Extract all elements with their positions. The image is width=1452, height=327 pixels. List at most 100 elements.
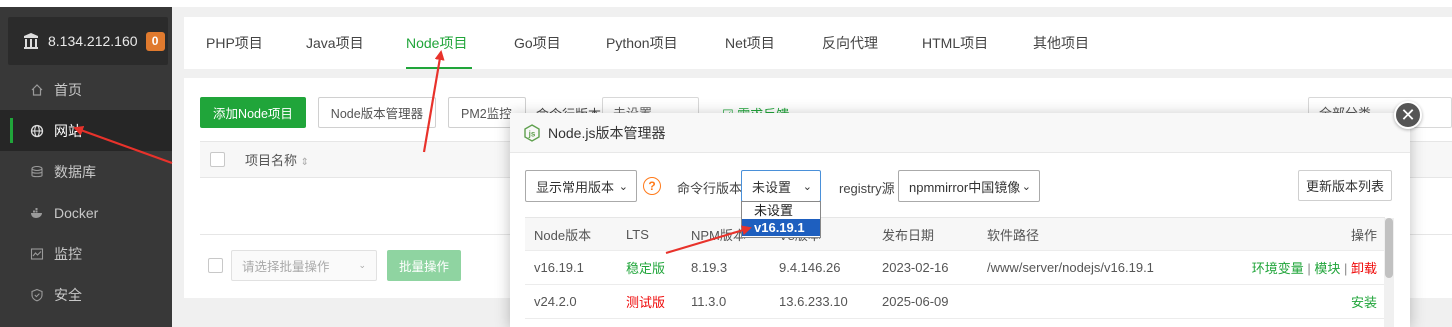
chevron-down-icon: ⌄ bbox=[618, 180, 628, 193]
server-ip: 8.134.212.160 bbox=[48, 33, 138, 49]
tab-other[interactable]: 其他项目 bbox=[1033, 17, 1113, 69]
sidebar-nav: 首页 网站 数据库 Docker 监控 安全 bbox=[0, 69, 172, 315]
column-project-name[interactable]: 项目名称 ⇕ bbox=[245, 150, 309, 169]
cell-version: v24.2.0 bbox=[534, 294, 577, 309]
version-table: Node版本 LTS NPM版本 V8版本 发布日期 软件路径 操作 v16.1… bbox=[525, 217, 1385, 319]
tab-net[interactable]: Net项目 bbox=[725, 17, 822, 69]
tab-node[interactable]: Node项目 bbox=[406, 17, 472, 69]
sidebar-item-website[interactable]: 网站 bbox=[0, 110, 172, 151]
modal-header: js Node.js版本管理器 bbox=[510, 113, 1410, 153]
tab-java[interactable]: Java项目 bbox=[306, 17, 406, 69]
registry-label: registry源 bbox=[839, 181, 895, 196]
sidebar-item-label: 首页 bbox=[54, 81, 82, 98]
close-icon: ✕ bbox=[1400, 104, 1416, 125]
cell-date: 2023-02-16 bbox=[882, 260, 949, 275]
globe-icon bbox=[30, 124, 44, 138]
modal-close-button[interactable]: ✕ bbox=[1394, 101, 1422, 129]
registry-select[interactable]: npmmirror中国镜像 ⌄ bbox=[898, 170, 1040, 202]
node-version-modal: js Node.js版本管理器 显示常用版本 ⌄ ? 命令行版本 未设置 ⌄ r… bbox=[510, 113, 1410, 327]
sidebar-item-home[interactable]: 首页 bbox=[0, 69, 172, 110]
modal-scrollbar[interactable] bbox=[1384, 218, 1394, 327]
sidebar-item-label: 数据库 bbox=[54, 163, 96, 180]
header-npm-version: NPM版本 bbox=[691, 227, 746, 243]
select-all-checkbox[interactable] bbox=[210, 152, 225, 167]
modules-link[interactable]: 模块 bbox=[1314, 261, 1340, 276]
help-icon[interactable]: ? bbox=[643, 177, 661, 195]
batch-placeholder: 请选择批量操作 bbox=[242, 260, 330, 274]
header-lts: LTS bbox=[626, 226, 649, 242]
footer-select-all-checkbox[interactable] bbox=[208, 258, 223, 273]
batch-action-button[interactable]: 批量操作 bbox=[387, 250, 461, 281]
cell-lts: 测试版 bbox=[626, 295, 666, 310]
project-tabs: PHP项目 Java项目 Node项目 Go项目 Python项目 Net项目 … bbox=[184, 17, 1452, 69]
cell-v8: 9.4.146.26 bbox=[779, 260, 841, 275]
modal-cli-version-select[interactable]: 未设置 ⌄ bbox=[741, 170, 821, 202]
sidebar-item-docker[interactable]: Docker bbox=[0, 192, 172, 233]
cell-lts: 稳定版 bbox=[626, 261, 666, 276]
tab-python[interactable]: Python项目 bbox=[606, 17, 725, 69]
server-info[interactable]: 8.134.212.160 0 bbox=[8, 17, 168, 65]
chevron-down-icon: ⌄ bbox=[358, 260, 366, 270]
install-link[interactable]: 安装 bbox=[1351, 295, 1377, 310]
table-row: v16.19.1 稳定版 8.19.3 9.4.146.26 2023-02-1… bbox=[525, 251, 1385, 285]
header-node-version: Node版本 bbox=[534, 227, 592, 243]
monitor-icon bbox=[30, 247, 44, 261]
registry-value: npmmirror中国镜像 bbox=[909, 179, 1021, 195]
sidebar-item-label: 网站 bbox=[54, 122, 82, 139]
tab-reverse-proxy[interactable]: 反向代理 bbox=[822, 17, 922, 69]
scrollbar-thumb[interactable] bbox=[1385, 218, 1393, 278]
top-strip bbox=[0, 0, 1452, 7]
batch-footer: 请选择批量操作 ⌄ 批量操作 bbox=[200, 250, 461, 281]
docker-icon bbox=[30, 206, 44, 220]
sidebar-item-security[interactable]: 安全 bbox=[0, 274, 172, 315]
home-icon bbox=[30, 83, 44, 97]
sidebar-item-label: 安全 bbox=[54, 286, 82, 303]
alert-count-badge[interactable]: 0 bbox=[145, 31, 165, 51]
cell-actions: 环境变量 | 模块 | 卸载 bbox=[1252, 258, 1377, 277]
sort-icon: ⇕ bbox=[300, 157, 310, 168]
sidebar-item-label: Docker bbox=[54, 204, 99, 221]
nodejs-icon: js bbox=[524, 123, 540, 142]
header-install-path: 软件路径 bbox=[987, 227, 1040, 243]
dropdown-option[interactable]: 未设置 bbox=[742, 202, 820, 219]
header-release-date: 发布日期 bbox=[882, 227, 935, 243]
column-label: 项目名称 bbox=[245, 153, 298, 168]
database-icon bbox=[30, 165, 44, 179]
cell-path: /www/server/nodejs/v16.19.1 bbox=[987, 260, 1154, 275]
modal-cli-value: 未设置 bbox=[752, 179, 792, 195]
dropdown-option-selected[interactable]: v16.19.1 bbox=[742, 219, 820, 236]
version-filter-select[interactable]: 显示常用版本 ⌄ bbox=[525, 170, 637, 202]
batch-action-select[interactable]: 请选择批量操作 ⌄ bbox=[231, 250, 377, 281]
env-variables-link[interactable]: 环境变量 bbox=[1252, 261, 1304, 276]
cell-npm: 8.19.3 bbox=[691, 260, 728, 275]
version-table-header: Node版本 LTS NPM版本 V8版本 发布日期 软件路径 操作 bbox=[525, 217, 1385, 251]
tab-php[interactable]: PHP项目 bbox=[206, 17, 306, 69]
chevron-down-icon: ⌄ bbox=[802, 180, 812, 193]
sidebar-item-database[interactable]: 数据库 bbox=[0, 151, 172, 192]
uninstall-link[interactable]: 卸载 bbox=[1351, 261, 1377, 276]
tab-html[interactable]: HTML项目 bbox=[922, 17, 1033, 69]
tab-go[interactable]: Go项目 bbox=[514, 17, 606, 69]
modal-title: Node.js版本管理器 bbox=[548, 124, 666, 141]
header-actions: 操作 bbox=[1350, 227, 1377, 243]
cell-date: 2025-06-09 bbox=[882, 294, 949, 309]
sidebar: 8.134.212.160 0 首页 网站 数据库 Docker 监控 安全 bbox=[0, 7, 172, 327]
server-shield-icon bbox=[24, 33, 38, 49]
add-node-project-button[interactable]: 添加Node项目 bbox=[200, 97, 306, 128]
action-separator: | bbox=[1343, 261, 1351, 276]
cell-actions: 安装 bbox=[1351, 292, 1377, 311]
sidebar-item-monitor[interactable]: 监控 bbox=[0, 233, 172, 274]
table-row: v24.2.0 测试版 11.3.0 13.6.233.10 2025-06-0… bbox=[525, 285, 1385, 319]
cell-version: v16.19.1 bbox=[534, 260, 584, 275]
modal-cli-label: 命令行版本 bbox=[677, 181, 743, 196]
sidebar-item-label: 监控 bbox=[54, 245, 82, 262]
shield-icon bbox=[30, 288, 44, 302]
svg-text:js: js bbox=[528, 129, 536, 138]
chevron-down-icon: ⌄ bbox=[1021, 180, 1031, 193]
cell-npm: 11.3.0 bbox=[691, 294, 727, 309]
refresh-version-list-button[interactable]: 更新版本列表 bbox=[1298, 170, 1392, 201]
cell-v8: 13.6.233.10 bbox=[779, 294, 848, 309]
cli-version-dropdown: 未设置 v16.19.1 bbox=[741, 201, 821, 238]
version-filter-value: 显示常用版本 bbox=[536, 179, 615, 195]
node-version-manager-button[interactable]: Node版本管理器 bbox=[318, 97, 436, 128]
